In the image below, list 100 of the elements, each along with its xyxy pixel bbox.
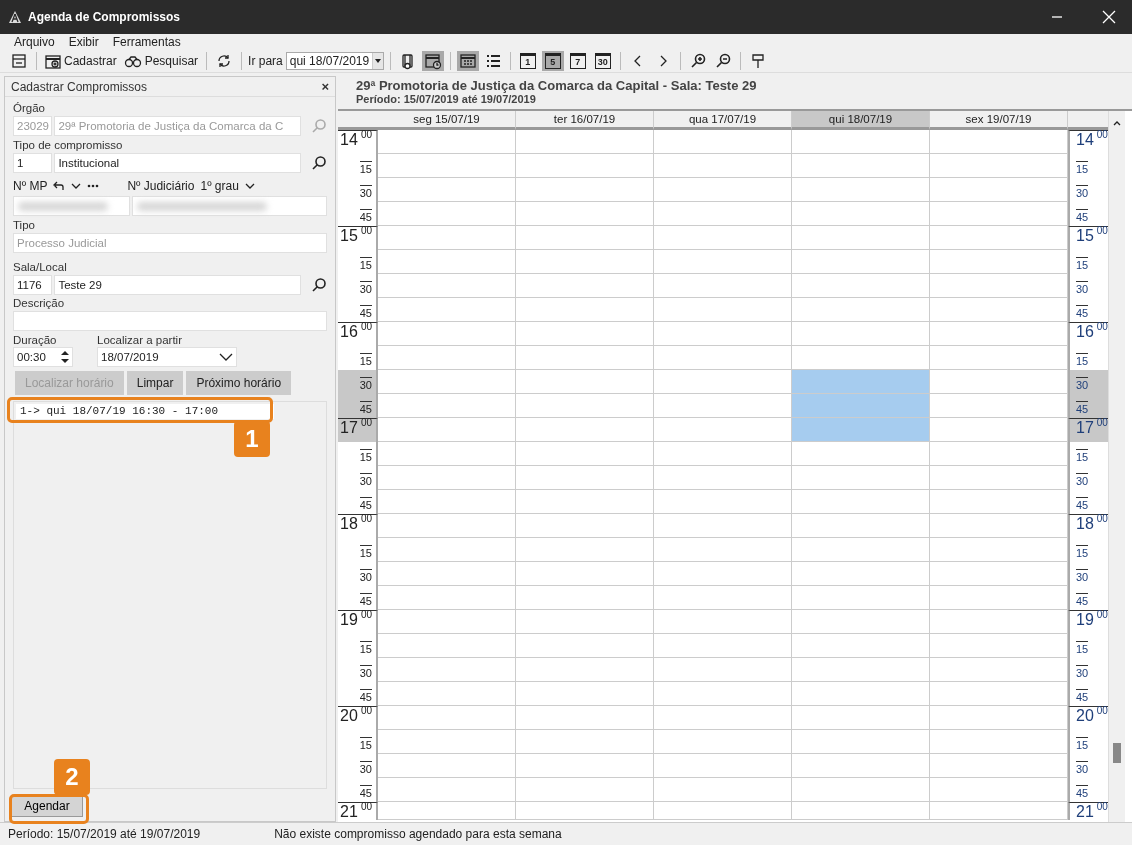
time-slot[interactable] bbox=[654, 802, 792, 820]
time-slot[interactable] bbox=[654, 202, 792, 226]
duration-spinner[interactable]: 00:30 bbox=[13, 347, 73, 367]
time-slot[interactable] bbox=[654, 706, 792, 730]
day-header[interactable]: ter 16/07/19 bbox=[516, 111, 654, 130]
time-slot[interactable] bbox=[378, 226, 516, 250]
time-slot[interactable] bbox=[378, 706, 516, 730]
undo-icon[interactable] bbox=[53, 181, 66, 191]
time-slot[interactable] bbox=[654, 658, 792, 682]
time-slot[interactable] bbox=[516, 802, 654, 820]
time-slot[interactable] bbox=[378, 154, 516, 178]
time-slot[interactable] bbox=[516, 658, 654, 682]
time-slot[interactable] bbox=[654, 250, 792, 274]
time-slot[interactable] bbox=[378, 586, 516, 610]
time-slot[interactable] bbox=[516, 130, 654, 154]
time-slot[interactable] bbox=[378, 274, 516, 298]
search-button[interactable]: Pesquisar bbox=[121, 51, 201, 71]
action-button[interactable]: Próximo horário bbox=[186, 371, 292, 395]
more-icon[interactable] bbox=[87, 184, 100, 188]
time-slot[interactable] bbox=[792, 682, 930, 706]
time-slot[interactable] bbox=[378, 562, 516, 586]
time-slot[interactable] bbox=[792, 562, 930, 586]
search-icon[interactable] bbox=[311, 155, 327, 171]
time-slot[interactable] bbox=[378, 466, 516, 490]
time-slot[interactable] bbox=[792, 130, 930, 154]
register-button[interactable]: Cadastrar bbox=[43, 51, 119, 71]
day-header[interactable]: sex 19/07/19 bbox=[930, 111, 1068, 130]
scrollbar[interactable] bbox=[1108, 111, 1125, 822]
time-slot[interactable] bbox=[378, 346, 516, 370]
time-slot[interactable] bbox=[378, 730, 516, 754]
panel-close-button[interactable]: × bbox=[321, 79, 329, 94]
time-slot[interactable] bbox=[792, 298, 930, 322]
time-slot[interactable] bbox=[654, 274, 792, 298]
time-slot[interactable] bbox=[378, 442, 516, 466]
time-slot[interactable] bbox=[792, 610, 930, 634]
time-slot[interactable] bbox=[378, 250, 516, 274]
time-slot[interactable] bbox=[516, 634, 654, 658]
time-slot[interactable] bbox=[516, 226, 654, 250]
time-slot[interactable] bbox=[516, 730, 654, 754]
time-slot[interactable] bbox=[654, 610, 792, 634]
time-slot[interactable] bbox=[516, 538, 654, 562]
code-field[interactable]: 1 bbox=[13, 153, 53, 173]
time-slot[interactable] bbox=[516, 178, 654, 202]
time-slot[interactable] bbox=[930, 802, 1068, 820]
time-slot[interactable] bbox=[516, 754, 654, 778]
time-slot[interactable] bbox=[654, 442, 792, 466]
time-slot[interactable] bbox=[792, 634, 930, 658]
time-slot[interactable] bbox=[516, 466, 654, 490]
time-slot[interactable] bbox=[378, 298, 516, 322]
day-view-button[interactable]: 5 bbox=[541, 51, 564, 71]
time-slot[interactable] bbox=[378, 202, 516, 226]
time-slot[interactable] bbox=[378, 754, 516, 778]
time-slot[interactable] bbox=[792, 754, 930, 778]
action-button[interactable]: Limpar bbox=[126, 371, 184, 395]
time-slot[interactable] bbox=[654, 154, 792, 178]
time-slot[interactable] bbox=[654, 130, 792, 154]
time-slot[interactable] bbox=[792, 274, 930, 298]
scroll-thumb[interactable] bbox=[1113, 743, 1121, 763]
blurred-field[interactable] bbox=[13, 196, 131, 216]
time-slot[interactable] bbox=[792, 442, 930, 466]
day-header[interactable]: seg 15/07/19 bbox=[378, 111, 516, 130]
time-slot[interactable] bbox=[516, 202, 654, 226]
search-icon[interactable] bbox=[311, 277, 327, 293]
time-slot[interactable] bbox=[516, 154, 654, 178]
time-slot[interactable] bbox=[378, 802, 516, 820]
time-slot[interactable] bbox=[378, 394, 516, 418]
chevron-down-icon[interactable] bbox=[71, 183, 82, 189]
time-slot[interactable] bbox=[654, 682, 792, 706]
time-slot[interactable] bbox=[378, 490, 516, 514]
time-slot[interactable] bbox=[792, 202, 930, 226]
menu-item[interactable]: Arquivo bbox=[14, 35, 55, 49]
time-slot[interactable] bbox=[516, 442, 654, 466]
time-slot[interactable] bbox=[792, 538, 930, 562]
time-slot[interactable] bbox=[516, 322, 654, 346]
time-slot[interactable] bbox=[792, 466, 930, 490]
name-field[interactable]: Institucional bbox=[54, 153, 301, 173]
time-slot[interactable] bbox=[516, 610, 654, 634]
time-slot[interactable] bbox=[654, 466, 792, 490]
time-slot[interactable] bbox=[654, 562, 792, 586]
time-slot[interactable] bbox=[792, 322, 930, 346]
time-slot[interactable] bbox=[654, 730, 792, 754]
booked-slot[interactable] bbox=[792, 370, 930, 394]
time-slot[interactable] bbox=[378, 538, 516, 562]
time-slot[interactable] bbox=[654, 226, 792, 250]
time-slot[interactable] bbox=[516, 490, 654, 514]
time-slot[interactable] bbox=[792, 250, 930, 274]
time-slot[interactable] bbox=[378, 322, 516, 346]
view-toggle[interactable] bbox=[456, 51, 479, 71]
time-slot[interactable] bbox=[792, 802, 930, 820]
time-slot[interactable] bbox=[378, 610, 516, 634]
time-slot[interactable] bbox=[792, 154, 930, 178]
date-dropdown[interactable]: qui 18/07/2019 bbox=[285, 52, 384, 70]
time-slot[interactable] bbox=[654, 754, 792, 778]
time-slot[interactable] bbox=[654, 322, 792, 346]
time-slot[interactable] bbox=[792, 730, 930, 754]
time-slot[interactable] bbox=[516, 298, 654, 322]
time-slot[interactable] bbox=[792, 706, 930, 730]
time-slot[interactable] bbox=[654, 778, 792, 802]
time-slot[interactable] bbox=[792, 586, 930, 610]
time-slot[interactable] bbox=[378, 778, 516, 802]
